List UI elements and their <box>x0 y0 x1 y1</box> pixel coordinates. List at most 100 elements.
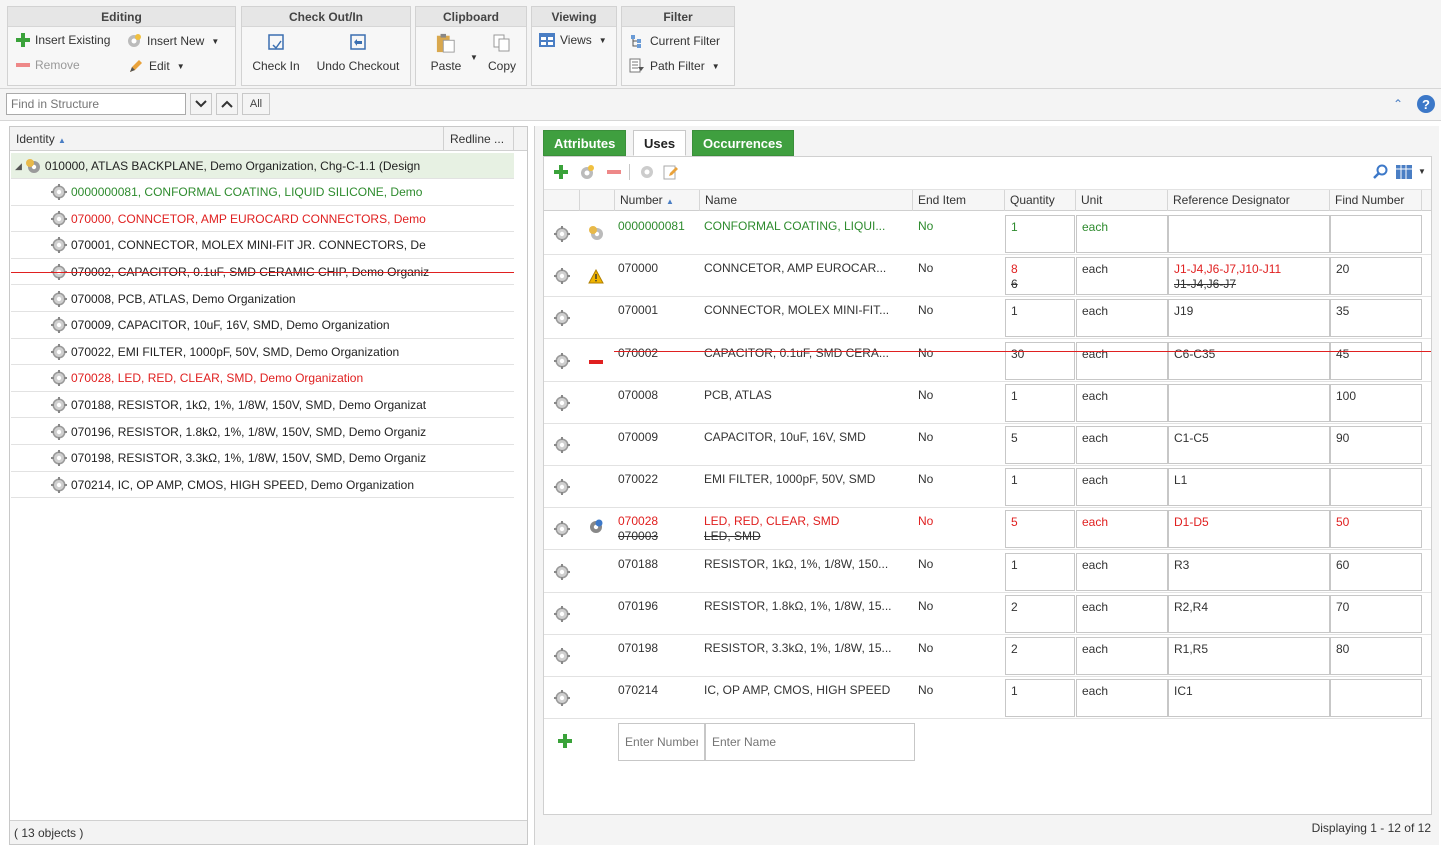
reference-designator-cell[interactable]: R3 <box>1168 552 1330 591</box>
quantity-cell[interactable]: 2 <box>1005 594 1075 633</box>
reference-designator-cell[interactable]: L1 <box>1168 468 1330 507</box>
tree-node[interactable]: 070002, CAPACITOR, 0.1uF, SMD CERAMIC CH… <box>11 259 514 286</box>
end-item-column-header[interactable]: End Item <box>913 190 1005 211</box>
enter-name-input[interactable] <box>705 723 915 761</box>
quantity-cell[interactable]: 1 <box>1005 299 1075 338</box>
reference-designator-cell[interactable]: C1-C5 <box>1168 426 1330 464</box>
name-column-header[interactable]: Name <box>700 190 913 211</box>
quantity-cell[interactable]: 1 <box>1005 383 1075 422</box>
replace-icon[interactable] <box>639 164 655 180</box>
remove-button[interactable]: Remove <box>16 58 80 72</box>
insert-new-button[interactable]: Insert New ▼ <box>126 33 219 49</box>
unit-cell[interactable]: each <box>1076 679 1168 718</box>
tree-node[interactable]: 070008, PCB, ATLAS, Demo Organization <box>11 286 514 312</box>
find-number-cell[interactable]: 60 <box>1330 552 1422 591</box>
reference-designator-cell[interactable]: J1-J4,J6-J7,J10-J11 J1-J4,J6-J7 <box>1168 257 1330 296</box>
quantity-cell[interactable]: 8 6 <box>1005 257 1075 296</box>
quantity-cell[interactable]: 5 <box>1005 426 1075 464</box>
views-button[interactable]: Views ▼ <box>539 33 607 47</box>
help-icon[interactable]: ? <box>1416 94 1436 114</box>
find-number-cell[interactable] <box>1330 468 1422 507</box>
tree-node[interactable]: 070028, LED, RED, CLEAR, SMD, Demo Organ… <box>11 366 514 392</box>
add-icon[interactable] <box>553 164 569 180</box>
paste-dropdown-icon[interactable]: ▼ <box>470 53 478 62</box>
copy-button[interactable]: Copy <box>482 33 522 73</box>
unit-cell[interactable]: each <box>1076 299 1168 338</box>
paste-button[interactable]: Paste <box>420 33 472 73</box>
find-previous-button[interactable] <box>216 93 238 115</box>
table-row[interactable]: 070188 RESISTOR, 1kΩ, 1%, 1/8W, 150... N… <box>544 551 1431 593</box>
table-row[interactable]: 070009 CAPACITOR, 10uF, 16V, SMD No 5 ea… <box>544 424 1431 466</box>
unit-cell[interactable]: each <box>1076 594 1168 633</box>
search-icon[interactable] <box>1372 164 1388 180</box>
find-number-cell[interactable]: 50 <box>1330 510 1422 549</box>
tab-uses[interactable]: Uses <box>633 130 687 156</box>
unit-cell[interactable]: each <box>1076 215 1168 253</box>
redline-column-header[interactable]: Redline ... <box>444 127 514 151</box>
find-number-cell[interactable] <box>1330 215 1422 253</box>
find-number-cell[interactable] <box>1330 679 1422 718</box>
tree-node[interactable]: 0000000081, CONFORMAL COATING, LIQUID SI… <box>11 180 514 206</box>
quantity-cell[interactable]: 2 <box>1005 637 1075 675</box>
tree-node[interactable]: 070009, CAPACITOR, 10uF, 16V, SMD, Demo … <box>11 313 514 339</box>
tab-occurrences[interactable]: Occurrences <box>692 130 794 156</box>
tree-node[interactable]: 070214, IC, OP AMP, CMOS, HIGH SPEED, De… <box>11 472 514 499</box>
table-row[interactable]: 070000 CONNCETOR, AMP EUROCAR... No 8 6 … <box>544 255 1431 298</box>
table-row[interactable]: 070002 CAPACITOR, 0.1uF, SMD CERA... No … <box>544 340 1431 382</box>
find-next-button[interactable] <box>190 93 212 115</box>
unit-cell[interactable]: each <box>1076 510 1168 549</box>
find-all-button[interactable]: All <box>242 93 270 115</box>
quantity-cell[interactable]: 1 <box>1005 215 1075 253</box>
find-number-cell[interactable]: 90 <box>1330 426 1422 464</box>
find-number-cell[interactable]: 35 <box>1330 299 1422 338</box>
table-row[interactable]: 070196 RESISTOR, 1.8kΩ, 1%, 1/8W, 15... … <box>544 593 1431 635</box>
insert-new-icon[interactable] <box>579 164 595 180</box>
find-number-cell[interactable]: 20 <box>1330 257 1422 296</box>
table-row[interactable]: 0000000081 CONFORMAL COATING, LIQUI... N… <box>544 213 1431 255</box>
quantity-cell[interactable]: 1 <box>1005 468 1075 507</box>
unit-cell[interactable]: each <box>1076 426 1168 464</box>
undo-checkout-button[interactable]: Undo Checkout <box>312 33 404 73</box>
tree-node[interactable]: 070188, RESISTOR, 1kΩ, 1%, 1/8W, 150V, S… <box>11 392 514 419</box>
find-number-cell[interactable]: 100 <box>1330 383 1422 422</box>
tree-node[interactable]: 070196, RESISTOR, 1.8kΩ, 1%, 1/8W, 150V,… <box>11 419 514 445</box>
collapse-icon[interactable]: ⌃ <box>1393 97 1403 111</box>
quantity-cell[interactable]: 30 <box>1005 341 1075 380</box>
reference-designator-cell[interactable]: D1-D5 <box>1168 510 1330 549</box>
tree-root-node[interactable]: ◢ 010000, ATLAS BACKPLANE, Demo Organizat… <box>11 153 514 179</box>
edit-button[interactable]: Edit ▼ <box>128 58 185 74</box>
reference-designator-cell[interactable]: R1,R5 <box>1168 637 1330 675</box>
reference-designator-cell[interactable]: C6-C35 <box>1168 341 1330 380</box>
tree-node[interactable]: 070198, RESISTOR, 3.3kΩ, 1%, 1/8W, 150V,… <box>11 446 514 472</box>
unit-cell[interactable]: each <box>1076 552 1168 591</box>
reference-designator-cell[interactable] <box>1168 383 1330 422</box>
unit-cell[interactable]: each <box>1076 468 1168 507</box>
reference-designator-cell[interactable] <box>1168 215 1330 253</box>
quantity-cell[interactable]: 1 <box>1005 552 1075 591</box>
tree-node[interactable]: 070000, CONNCETOR, AMP EUROCARD CONNECTO… <box>11 206 514 233</box>
table-row[interactable]: 070001 CONNECTOR, MOLEX MINI-FIT... No 1… <box>544 297 1431 340</box>
check-in-button[interactable]: Check In <box>248 33 304 73</box>
reference-designator-column-header[interactable]: Reference Designator <box>1168 190 1330 211</box>
insert-existing-button[interactable]: Insert Existing <box>16 33 110 47</box>
reference-designator-cell[interactable]: J19 <box>1168 299 1330 338</box>
quantity-cell[interactable]: 5 <box>1005 510 1075 549</box>
identity-column-header[interactable]: Identity ▲ <box>10 127 444 151</box>
unit-cell[interactable]: each <box>1076 637 1168 675</box>
current-filter-button[interactable]: Current Filter <box>629 33 720 49</box>
quantity-cell[interactable]: 1 <box>1005 679 1075 718</box>
table-row[interactable]: 070008 PCB, ATLAS No 1 each 100 <box>544 382 1431 424</box>
enter-number-input[interactable] <box>618 723 705 761</box>
find-number-cell[interactable]: 70 <box>1330 594 1422 633</box>
number-column-header[interactable]: Number ▲ <box>615 190 700 211</box>
find-number-cell[interactable]: 45 <box>1330 341 1422 380</box>
table-row[interactable]: 070028 070003 LED, RED, CLEAR, SMD LED, … <box>544 508 1431 551</box>
find-number-column-header[interactable]: Find Number <box>1330 190 1422 211</box>
column-chooser-icon[interactable] <box>1396 164 1414 180</box>
edit-icon[interactable] <box>663 164 679 180</box>
reference-designator-cell[interactable]: IC1 <box>1168 679 1330 718</box>
reference-designator-cell[interactable]: R2,R4 <box>1168 594 1330 633</box>
chevron-down-icon[interactable]: ▼ <box>1418 167 1426 176</box>
table-row[interactable]: 070198 RESISTOR, 3.3kΩ, 1%, 1/8W, 15... … <box>544 635 1431 677</box>
tab-attributes[interactable]: Attributes <box>543 130 627 156</box>
